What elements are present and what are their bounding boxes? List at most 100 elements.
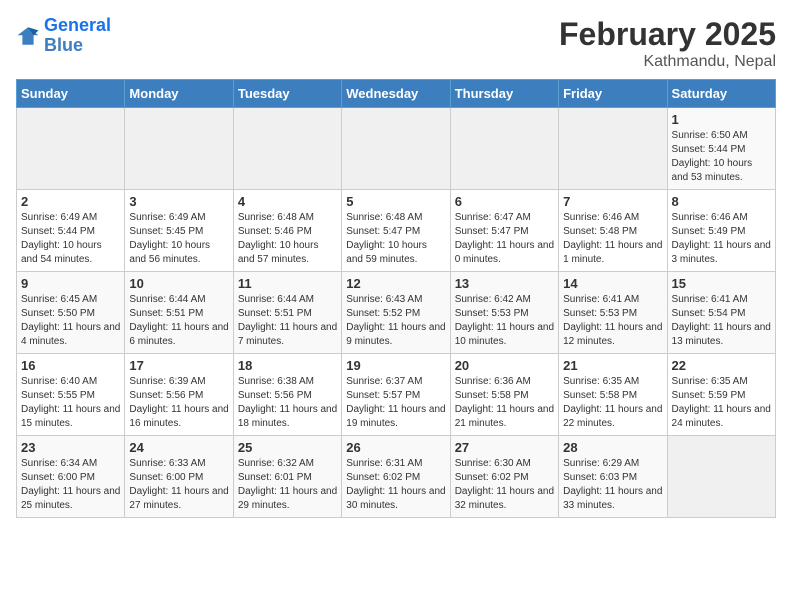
calendar-cell: 27 Sunrise: 6:30 AM Sunset: 6:02 PM Dayli… [450,436,558,518]
day-info: Sunrise: 6:37 AM Sunset: 5:57 PM Dayligh… [346,375,445,431]
day-info: Sunrise: 6:42 AM Sunset: 5:53 PM Dayligh… [455,293,554,349]
calendar-cell: 6 Sunrise: 6:47 AM Sunset: 5:47 PM Daylig… [450,190,558,272]
day-info: Sunrise: 6:34 AM Sunset: 6:00 PM Dayligh… [21,457,120,513]
day-info: Sunrise: 6:30 AM Sunset: 6:02 PM Dayligh… [455,457,554,513]
day-number: 1 [672,112,771,127]
day-info: Sunrise: 6:40 AM Sunset: 5:55 PM Dayligh… [21,375,120,431]
day-number: 7 [563,194,662,209]
weekday-header: Tuesday [233,80,341,108]
day-number: 13 [455,276,554,291]
title-block: February 2025 Kathmandu, Nepal [559,16,776,71]
day-number: 23 [21,440,120,455]
calendar-week-row: 16 Sunrise: 6:40 AM Sunset: 5:55 PM Dayli… [17,354,776,436]
day-number: 16 [21,358,120,373]
calendar-cell [342,108,450,190]
calendar-cell: 14 Sunrise: 6:41 AM Sunset: 5:53 PM Dayli… [559,272,667,354]
calendar-cell: 22 Sunrise: 6:35 AM Sunset: 5:59 PM Dayli… [667,354,775,436]
calendar-cell: 3 Sunrise: 6:49 AM Sunset: 5:45 PM Daylig… [125,190,233,272]
calendar-cell [450,108,558,190]
day-info: Sunrise: 6:41 AM Sunset: 5:53 PM Dayligh… [563,293,662,349]
day-info: Sunrise: 6:49 AM Sunset: 5:45 PM Dayligh… [129,211,228,267]
day-number: 22 [672,358,771,373]
day-number: 20 [455,358,554,373]
day-number: 6 [455,194,554,209]
calendar-cell: 21Sunrise: 6:35 AM Sunset: 5:58 PM Dayli… [559,354,667,436]
calendar-cell [17,108,125,190]
calendar-cell [667,436,775,518]
calendar-table: SundayMondayTuesdayWednesdayThursdayFrid… [16,79,776,518]
calendar-cell: 23 Sunrise: 6:34 AM Sunset: 6:00 PM Dayli… [17,436,125,518]
day-info: Sunrise: 6:46 AM Sunset: 5:49 PM Dayligh… [672,211,771,267]
calendar-cell: 20 Sunrise: 6:36 AM Sunset: 5:58 PM Dayli… [450,354,558,436]
calendar-cell: 8 Sunrise: 6:46 AM Sunset: 5:49 PM Daylig… [667,190,775,272]
day-info: Sunrise: 6:48 AM Sunset: 5:46 PM Dayligh… [238,211,337,267]
day-number: 24 [129,440,228,455]
weekday-header: Thursday [450,80,558,108]
day-info: Sunrise: 6:45 AM Sunset: 5:50 PM Dayligh… [21,293,120,349]
calendar-body: 1 Sunrise: 6:50 AM Sunset: 5:44 PM Daylig… [17,108,776,518]
calendar-cell: 11 Sunrise: 6:44 AM Sunset: 5:51 PM Dayli… [233,272,341,354]
calendar-cell: 25 Sunrise: 6:32 AM Sunset: 6:01 PM Dayli… [233,436,341,518]
logo-text: General Blue [44,16,111,56]
day-number: 5 [346,194,445,209]
calendar-cell: 26Sunrise: 6:31 AM Sunset: 6:02 PM Dayli… [342,436,450,518]
day-number: 3 [129,194,228,209]
calendar-cell: 28Sunrise: 6:29 AM Sunset: 6:03 PM Dayli… [559,436,667,518]
day-info: Sunrise: 6:44 AM Sunset: 5:51 PM Dayligh… [129,293,228,349]
calendar-cell: 1 Sunrise: 6:50 AM Sunset: 5:44 PM Daylig… [667,108,775,190]
calendar-cell: 7 Sunrise: 6:46 AM Sunset: 5:48 PM Daylig… [559,190,667,272]
calendar-week-row: 9 Sunrise: 6:45 AM Sunset: 5:50 PM Daylig… [17,272,776,354]
calendar-cell: 4 Sunrise: 6:48 AM Sunset: 5:46 PM Daylig… [233,190,341,272]
day-number: 4 [238,194,337,209]
day-number: 19 [346,358,445,373]
day-info: Sunrise: 6:44 AM Sunset: 5:51 PM Dayligh… [238,293,337,349]
calendar-cell: 17 Sunrise: 6:39 AM Sunset: 5:56 PM Dayli… [125,354,233,436]
calendar-cell: 10 Sunrise: 6:44 AM Sunset: 5:51 PM Dayli… [125,272,233,354]
day-number: 8 [672,194,771,209]
calendar-cell: 18Sunrise: 6:38 AM Sunset: 5:56 PM Dayli… [233,354,341,436]
day-number: 9 [21,276,120,291]
logo-icon [16,24,40,48]
day-number: 27 [455,440,554,455]
day-number: 14 [563,276,662,291]
day-info: Sunrise: 6:32 AM Sunset: 6:01 PM Dayligh… [238,457,337,513]
day-info: Sunrise: 6:48 AM Sunset: 5:47 PM Dayligh… [346,211,445,267]
day-info: Sunrise: 6:31 AM Sunset: 6:02 PM Dayligh… [346,457,445,513]
day-number: 12 [346,276,445,291]
weekday-header: Monday [125,80,233,108]
month-title: February 2025 [559,16,776,53]
day-number: 28 [563,440,662,455]
day-number: 17 [129,358,228,373]
day-number: 15 [672,276,771,291]
day-info: Sunrise: 6:49 AM Sunset: 5:44 PM Dayligh… [21,211,120,267]
calendar-cell: 2 Sunrise: 6:49 AM Sunset: 5:44 PM Daylig… [17,190,125,272]
calendar-cell: 12 Sunrise: 6:43 AM Sunset: 5:52 PM Dayli… [342,272,450,354]
calendar-cell [559,108,667,190]
day-info: Sunrise: 6:41 AM Sunset: 5:54 PM Dayligh… [672,293,771,349]
logo: General Blue [16,16,111,56]
day-number: 2 [21,194,120,209]
day-number: 11 [238,276,337,291]
calendar-cell [233,108,341,190]
day-info: Sunrise: 6:47 AM Sunset: 5:47 PM Dayligh… [455,211,554,267]
day-info: Sunrise: 6:33 AM Sunset: 6:00 PM Dayligh… [129,457,228,513]
day-info: Sunrise: 6:46 AM Sunset: 5:48 PM Dayligh… [563,211,662,267]
day-number: 25 [238,440,337,455]
day-info: Sunrise: 6:38 AM Sunset: 5:56 PM Dayligh… [238,375,337,431]
day-info: Sunrise: 6:35 AM Sunset: 5:59 PM Dayligh… [672,375,771,431]
weekday-header: Friday [559,80,667,108]
calendar-week-row: 1 Sunrise: 6:50 AM Sunset: 5:44 PM Daylig… [17,108,776,190]
weekday-header: Sunday [17,80,125,108]
calendar-week-row: 23 Sunrise: 6:34 AM Sunset: 6:00 PM Dayli… [17,436,776,518]
calendar-week-row: 2 Sunrise: 6:49 AM Sunset: 5:44 PM Daylig… [17,190,776,272]
calendar-cell: 5 Sunrise: 6:48 AM Sunset: 5:47 PM Daylig… [342,190,450,272]
day-number: 21 [563,358,662,373]
page-header: General Blue February 2025 Kathmandu, Ne… [16,16,776,71]
day-number: 10 [129,276,228,291]
day-info: Sunrise: 6:39 AM Sunset: 5:56 PM Dayligh… [129,375,228,431]
weekday-header: Wednesday [342,80,450,108]
calendar-cell: 13 Sunrise: 6:42 AM Sunset: 5:53 PM Dayli… [450,272,558,354]
day-info: Sunrise: 6:36 AM Sunset: 5:58 PM Dayligh… [455,375,554,431]
day-info: Sunrise: 6:50 AM Sunset: 5:44 PM Dayligh… [672,129,771,185]
day-info: Sunrise: 6:43 AM Sunset: 5:52 PM Dayligh… [346,293,445,349]
